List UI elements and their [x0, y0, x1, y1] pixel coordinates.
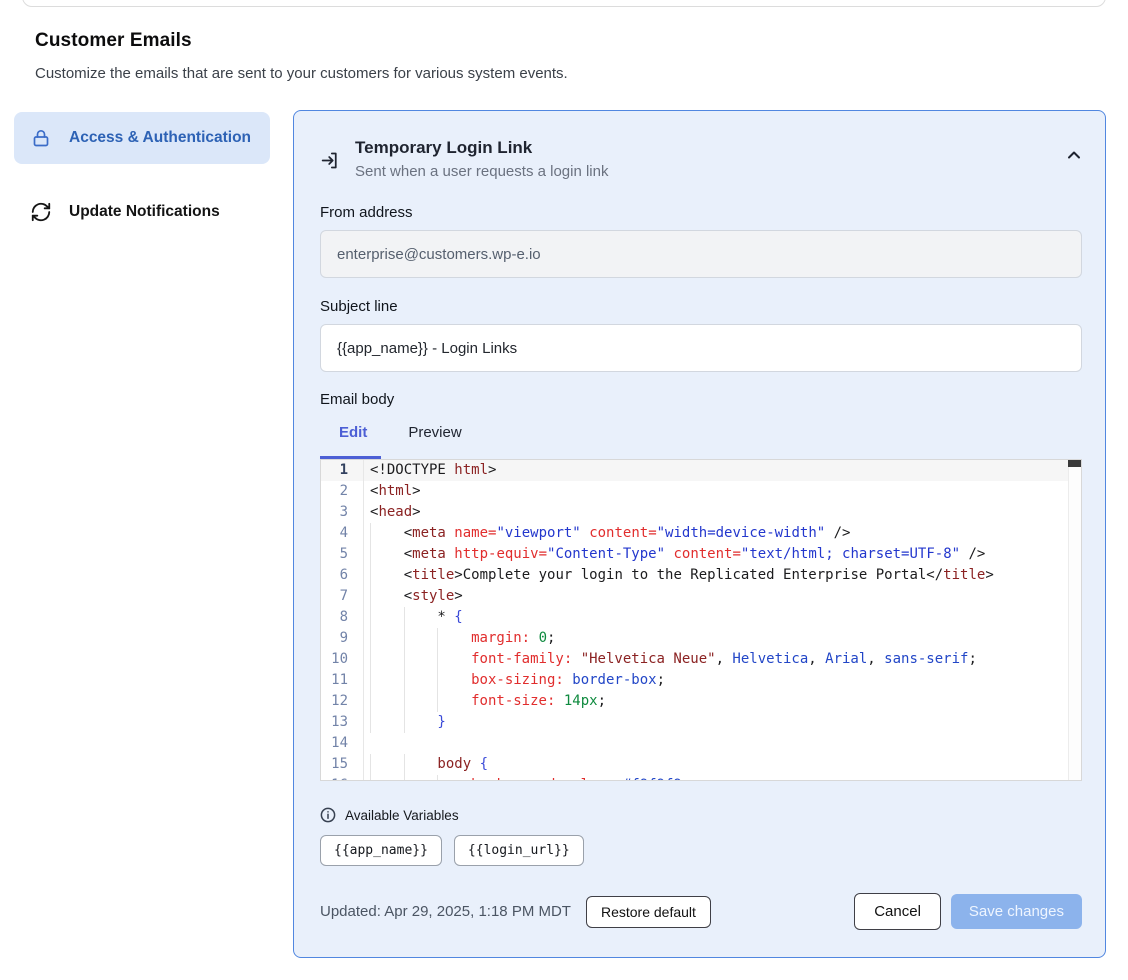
code-line-text: * {: [364, 609, 463, 625]
code-line-text: [364, 735, 370, 751]
code-line[interactable]: 5<meta http-equiv="Content-Type" content…: [321, 544, 1081, 565]
line-number: 7: [321, 586, 364, 607]
code-line[interactable]: 16background-color: #f9f9f9;: [321, 775, 1081, 781]
line-number: 3: [321, 502, 364, 523]
line-number: 12: [321, 691, 364, 712]
refresh-icon: [30, 201, 52, 223]
code-line-text: <html>: [364, 483, 421, 499]
code-line[interactable]: 8* {: [321, 607, 1081, 628]
code-line-text: margin: 0;: [364, 630, 555, 646]
line-number: 6: [321, 565, 364, 586]
tab-preview[interactable]: Preview: [408, 424, 461, 441]
line-number: 13: [321, 712, 364, 733]
editor-scrollbar-thumb[interactable]: [1068, 460, 1081, 467]
code-line[interactable]: 7<style>: [321, 586, 1081, 607]
top-card-edge: [22, 0, 1106, 7]
code-editor[interactable]: 1<!DOCTYPE html>2<html>3<head>4<meta nam…: [320, 459, 1082, 781]
code-line[interactable]: 9margin: 0;: [321, 628, 1081, 649]
panel-header-text: Temporary Login Link Sent when a user re…: [355, 138, 608, 180]
available-variables-label: Available Variables: [345, 808, 459, 823]
from-address-input[interactable]: [320, 230, 1082, 278]
active-tab-indicator: [320, 456, 381, 459]
line-number: 5: [321, 544, 364, 565]
cancel-button[interactable]: Cancel: [854, 893, 941, 930]
variable-chip-app-name[interactable]: {{app_name}}: [320, 835, 442, 866]
code-line-text: <meta http-equiv="Content-Type" content=…: [364, 546, 985, 562]
email-body-label: Email body: [320, 391, 1082, 408]
code-line-text: font-family: "Helvetica Neue", Helvetica…: [364, 651, 977, 667]
restore-default-button[interactable]: Restore default: [586, 896, 711, 928]
sidebar-item-access-authentication[interactable]: Access & Authentication: [14, 112, 270, 164]
line-number: 8: [321, 607, 364, 628]
available-variables-header: Available Variables: [320, 807, 1082, 823]
code-line-text: body {: [364, 756, 488, 772]
code-line[interactable]: 10font-family: "Helvetica Neue", Helveti…: [321, 649, 1081, 670]
editor-wrap: 1<!DOCTYPE html>2<html>3<head>4<meta nam…: [320, 459, 1082, 781]
login-icon: [320, 150, 341, 176]
page-header: Customer Emails Customize the emails tha…: [35, 30, 568, 82]
code-line-text: <head>: [364, 504, 421, 520]
line-number: 10: [321, 649, 364, 670]
code-line-text: }: [364, 714, 446, 730]
code-line[interactable]: 4<meta name="viewport" content="width=de…: [321, 523, 1081, 544]
code-line-text: <title>Complete your login to the Replic…: [364, 567, 994, 583]
code-line[interactable]: 15body {: [321, 754, 1081, 775]
panel-footer: Updated: Apr 29, 2025, 1:18 PM MDT Resto…: [320, 893, 1082, 930]
email-body-tabbar: Edit Preview: [339, 421, 1082, 443]
panel-title: Temporary Login Link: [355, 138, 608, 158]
page-subtitle: Customize the emails that are sent to yo…: [35, 65, 568, 82]
variable-chips: {{app_name}} {{login_url}}: [320, 835, 1082, 866]
code-line[interactable]: 3<head>: [321, 502, 1081, 523]
lock-icon: [30, 127, 52, 149]
code-line[interactable]: 12font-size: 14px;: [321, 691, 1081, 712]
variable-chip-login-url[interactable]: {{login_url}}: [454, 835, 584, 866]
chevron-up-icon[interactable]: [1066, 148, 1082, 166]
sidebar-item-update-notifications[interactable]: Update Notifications: [14, 186, 270, 238]
panel-subtitle: Sent when a user requests a login link: [355, 163, 608, 180]
sidebar-item-label: Access & Authentication: [69, 126, 251, 150]
code-line[interactable]: 6<title>Complete your login to the Repli…: [321, 565, 1081, 586]
line-number: 4: [321, 523, 364, 544]
code-line-text: background-color: #f9f9f9;: [364, 777, 690, 781]
updated-timestamp: Updated: Apr 29, 2025, 1:18 PM MDT: [320, 903, 571, 920]
code-line[interactable]: 1<!DOCTYPE html>: [321, 460, 1081, 481]
panel-header[interactable]: Temporary Login Link Sent when a user re…: [320, 138, 1082, 180]
line-number: 2: [321, 481, 364, 502]
code-line[interactable]: 13}: [321, 712, 1081, 733]
code-line-text: <!DOCTYPE html>: [364, 462, 496, 478]
code-line[interactable]: 2<html>: [321, 481, 1081, 502]
subject-line-label: Subject line: [320, 298, 1082, 315]
tab-edit[interactable]: Edit: [339, 424, 367, 441]
page-title: Customer Emails: [35, 30, 568, 52]
code-line-text: <meta name="viewport" content="width=dev…: [364, 525, 851, 541]
line-number: 9: [321, 628, 364, 649]
sidebar-item-label: Update Notifications: [69, 200, 220, 224]
line-number: 11: [321, 670, 364, 691]
code-line-text: <style>: [364, 588, 463, 604]
subject-line-input[interactable]: [320, 324, 1082, 372]
code-line-text: font-size: 14px;: [364, 693, 606, 709]
editor-scrollbar-track[interactable]: [1068, 460, 1081, 780]
sidebar: Access & Authentication Update Notificat…: [14, 112, 270, 238]
email-settings-panel: Temporary Login Link Sent when a user re…: [293, 110, 1106, 958]
info-icon: [320, 807, 336, 823]
save-changes-button[interactable]: Save changes: [951, 894, 1082, 929]
line-number: 14: [321, 733, 364, 754]
line-number: 1: [321, 460, 364, 481]
code-line[interactable]: 11box-sizing: border-box;: [321, 670, 1081, 691]
code-editor-lines: 1<!DOCTYPE html>2<html>3<head>4<meta nam…: [321, 460, 1081, 781]
line-number: 16: [321, 775, 364, 781]
code-line[interactable]: 14: [321, 733, 1081, 754]
from-address-label: From address: [320, 204, 1082, 221]
code-line-text: box-sizing: border-box;: [364, 672, 665, 688]
line-number: 15: [321, 754, 364, 775]
